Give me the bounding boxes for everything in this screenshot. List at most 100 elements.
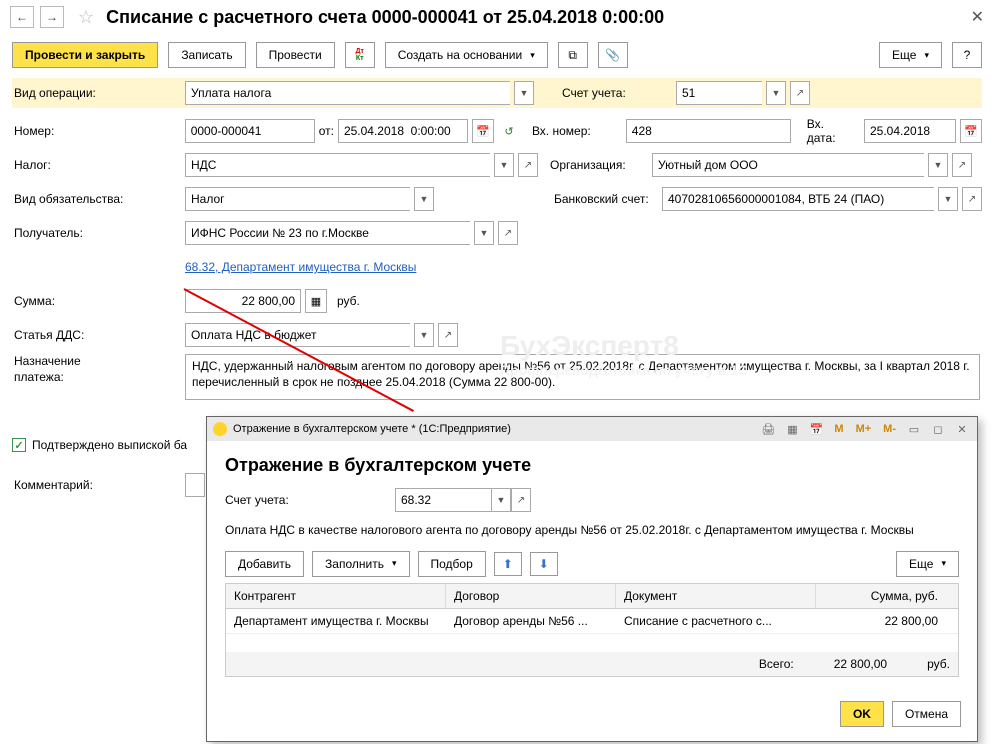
pick-button[interactable]: Подбор xyxy=(418,551,486,577)
move-up-button[interactable]: ⬆ xyxy=(494,552,522,576)
dropdown-icon[interactable]: ▼ xyxy=(494,153,514,177)
nav-back-button[interactable]: ← xyxy=(10,6,34,28)
dds-select[interactable] xyxy=(185,323,410,347)
open-icon[interactable]: ↗ xyxy=(511,488,531,512)
open-icon[interactable]: ↗ xyxy=(790,81,810,105)
from-label: от: xyxy=(319,124,334,138)
bank-label: Банковский счет: xyxy=(550,192,654,206)
liability-label: Вид обязательства: xyxy=(12,192,177,206)
attach-button[interactable]: 📎 xyxy=(598,42,628,68)
comment-input[interactable] xyxy=(185,473,205,497)
page-title: Списание с расчетного счета 0000-000041 … xyxy=(106,7,964,28)
payee-label: Получатель: xyxy=(12,226,177,240)
add-button[interactable]: Добавить xyxy=(225,551,304,577)
in-date-input[interactable] xyxy=(864,119,956,143)
dropdown-icon[interactable]: ▼ xyxy=(938,187,958,211)
popup-account-label: Счет учета: xyxy=(225,493,385,507)
star-icon[interactable]: ☆ xyxy=(78,7,94,28)
op-type-select[interactable] xyxy=(185,81,510,105)
dropdown-icon[interactable]: ▼ xyxy=(514,81,534,105)
ok-button[interactable]: OK xyxy=(840,701,884,727)
number-label: Номер: xyxy=(12,124,177,138)
print-icon[interactable]: 🖨 xyxy=(759,420,777,438)
th-document[interactable]: Документ xyxy=(616,584,816,608)
more-button[interactable]: Еще xyxy=(879,42,942,68)
accounting-popup: Отражение в бухгалтерском учете * (1С:Пр… xyxy=(206,416,978,742)
confirmed-checkbox[interactable]: ✓ xyxy=(12,438,26,452)
comment-label: Комментарий: xyxy=(12,478,177,492)
close-icon[interactable]: ✕ xyxy=(971,7,984,27)
org-select[interactable] xyxy=(652,153,924,177)
payee-select[interactable] xyxy=(185,221,470,245)
table-row[interactable]: Департамент имущества г. Москвы Договор … xyxy=(226,609,958,634)
account-label: Счет учета: xyxy=(558,86,668,100)
nav-fwd-button[interactable]: → xyxy=(40,6,64,28)
m-plus-button[interactable]: M+ xyxy=(853,423,875,435)
app-1c-icon xyxy=(213,422,227,436)
total-value: 22 800,00 xyxy=(834,657,887,671)
popup-close-icon[interactable]: ✕ xyxy=(953,420,971,438)
dropdown-icon[interactable]: ▼ xyxy=(491,488,511,512)
account-select[interactable] xyxy=(676,81,762,105)
date-input[interactable] xyxy=(338,119,468,143)
open-icon[interactable]: ↗ xyxy=(962,187,982,211)
grid-icon[interactable]: ▦ xyxy=(783,420,801,438)
liability-select[interactable] xyxy=(185,187,410,211)
tax-label: Налог: xyxy=(12,158,177,172)
dropdown-icon[interactable]: ▼ xyxy=(414,323,434,347)
purpose-label: Назначение xyxy=(14,354,177,370)
fill-button[interactable]: Заполнить xyxy=(312,551,409,577)
sum-label: Сумма: xyxy=(12,294,177,308)
th-sum[interactable]: Сумма, руб. xyxy=(816,584,946,608)
dropdown-icon[interactable]: ▼ xyxy=(766,81,786,105)
dropdown-icon[interactable]: ▼ xyxy=(474,221,494,245)
rub-label: руб. xyxy=(337,294,360,308)
purpose-textarea[interactable]: НДС, удержанный налоговым агентом по дог… xyxy=(185,354,980,400)
purpose-label2: платежа: xyxy=(14,370,177,386)
total-label: Всего: xyxy=(759,657,794,671)
minimize-icon[interactable]: ▭ xyxy=(905,420,923,438)
calendar-icon[interactable]: 📅 xyxy=(960,119,982,143)
cancel-button[interactable]: Отмена xyxy=(892,701,961,727)
confirmed-label: Подтверждено выпиской ба xyxy=(32,438,187,452)
move-down-button[interactable]: ⬇ xyxy=(530,552,558,576)
popup-desc: Оплата НДС в качестве налогового агента … xyxy=(225,522,959,539)
post-close-button[interactable]: Провести и закрыть xyxy=(12,42,158,68)
open-icon[interactable]: ↗ xyxy=(952,153,972,177)
th-contragent[interactable]: Контрагент xyxy=(226,584,446,608)
popup-account-select[interactable] xyxy=(395,488,491,512)
refresh-icon[interactable]: ↺ xyxy=(498,119,520,143)
in-number-label: Вх. номер: xyxy=(528,124,618,138)
number-input[interactable] xyxy=(185,119,315,143)
maximize-icon[interactable]: ◻ xyxy=(929,420,947,438)
structure-button[interactable]: ⧉ xyxy=(558,42,588,68)
in-date-label: Вх. дата: xyxy=(807,117,856,145)
th-contract[interactable]: Договор xyxy=(446,584,616,608)
dropdown-icon[interactable]: ▼ xyxy=(928,153,948,177)
dropdown-icon[interactable]: ▼ xyxy=(414,187,434,211)
dds-label: Статья ДДС: xyxy=(12,328,177,342)
post-button[interactable]: Провести xyxy=(256,42,335,68)
account-link[interactable]: 68.32, Департамент имущества г. Москвы xyxy=(185,260,416,274)
popup-window-title: Отражение в бухгалтерском учете * (1С:Пр… xyxy=(233,423,511,435)
op-type-label: Вид операции: xyxy=(12,86,177,100)
open-icon[interactable]: ↗ xyxy=(438,323,458,347)
m-button[interactable]: M xyxy=(831,423,846,435)
popup-title: Отражение в бухгалтерском учете xyxy=(225,455,959,476)
calendar-icon[interactable]: 📅 xyxy=(472,119,494,143)
calculator-icon[interactable]: ▦ xyxy=(305,289,327,313)
dtkt-button[interactable]: ДтКт xyxy=(345,42,375,68)
create-based-button[interactable]: Создать на основании xyxy=(385,42,548,68)
write-button[interactable]: Записать xyxy=(168,42,245,68)
bank-select[interactable] xyxy=(662,187,934,211)
accounting-table: Контрагент Договор Документ Сумма, руб. … xyxy=(225,583,959,677)
popup-more-button[interactable]: Еще xyxy=(896,551,959,577)
cal31-icon[interactable]: 📅 xyxy=(807,420,825,438)
tax-select[interactable] xyxy=(185,153,490,177)
sum-input[interactable] xyxy=(185,289,301,313)
open-icon[interactable]: ↗ xyxy=(498,221,518,245)
in-number-input[interactable] xyxy=(626,119,791,143)
help-button[interactable]: ? xyxy=(952,42,982,68)
open-icon[interactable]: ↗ xyxy=(518,153,538,177)
m-minus-button[interactable]: M- xyxy=(880,423,899,435)
